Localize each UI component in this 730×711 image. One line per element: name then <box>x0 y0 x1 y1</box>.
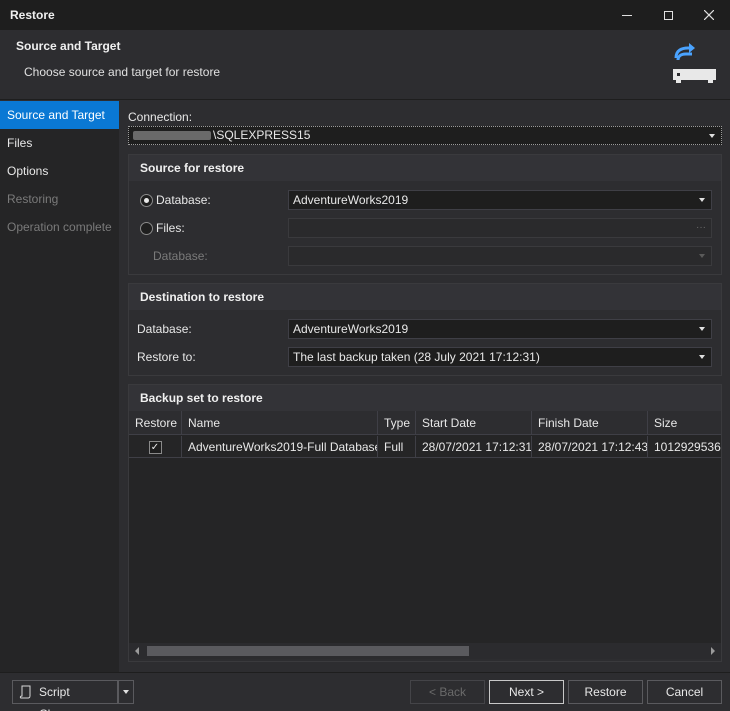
maximize-button[interactable] <box>645 0 691 30</box>
column-header-type[interactable]: Type <box>378 411 416 435</box>
column-header-start-date[interactable]: Start Date <box>416 411 532 435</box>
chevron-down-icon <box>699 327 705 331</box>
row-type: Full <box>378 436 416 458</box>
minimize-button[interactable] <box>604 0 650 30</box>
minimize-icon <box>622 14 632 16</box>
maximize-icon <box>663 10 673 20</box>
source-database-combo[interactable]: AdventureWorks2019 <box>288 190 712 210</box>
chevron-down-icon <box>699 254 705 258</box>
script-changes-button[interactable]: Script Changes <box>12 680 118 711</box>
title-bar: Restore <box>0 0 730 30</box>
destination-database-label: Database: <box>137 322 192 336</box>
window-title: Restore <box>10 8 55 22</box>
backup-grid: Restore Name Type Start Date Finish Date… <box>129 411 721 659</box>
restore-button[interactable]: Restore <box>568 680 643 704</box>
horizontal-scrollbar[interactable] <box>129 643 721 659</box>
restore-to-combo[interactable]: The last backup taken (28 July 2021 17:1… <box>288 347 712 367</box>
destination-database-value: AdventureWorks2019 <box>293 322 409 336</box>
source-sub-database-combo[interactable] <box>288 246 712 266</box>
column-header-size[interactable]: Size <box>648 411 721 435</box>
sidebar-item-files[interactable]: Files <box>0 129 119 157</box>
column-header-name[interactable]: Name <box>182 411 378 435</box>
restore-to-label: Restore to: <box>137 350 196 364</box>
script-icon <box>19 685 31 699</box>
chevron-down-icon <box>709 134 715 138</box>
connection-value: \SQLEXPRESS15 <box>213 128 311 142</box>
wizard-sidebar: Source and Target Files Options Restorin… <box>0 101 119 672</box>
backup-group: Backup set to restore Restore Name Type … <box>128 384 722 662</box>
connection-redacted <box>133 131 211 141</box>
destination-group-title: Destination to restore <box>129 284 721 310</box>
restore-to-value: The last backup taken (28 July 2021 17:1… <box>293 350 540 364</box>
page-subtitle: Choose source and target for restore <box>24 65 221 79</box>
cancel-button[interactable]: Cancel <box>647 680 722 704</box>
scroll-right-icon[interactable] <box>709 647 717 655</box>
browse-icon: ··· <box>696 222 706 233</box>
destination-database-combo[interactable]: AdventureWorks2019 <box>288 319 712 339</box>
row-name: AdventureWorks2019-Full Database... <box>182 436 378 458</box>
column-header-restore[interactable]: Restore <box>129 411 182 435</box>
next-button[interactable]: Next > <box>489 680 564 704</box>
close-icon <box>704 10 714 20</box>
sidebar-item-options[interactable]: Options <box>0 157 119 185</box>
close-button[interactable] <box>686 0 730 30</box>
source-database-label: Database: <box>156 193 211 207</box>
scroll-left-icon[interactable] <box>133 647 141 655</box>
row-size: 1012929536 <box>654 440 721 454</box>
restore-server-icon <box>673 43 716 83</box>
table-row[interactable]: ✓ AdventureWorks2019-Full Database... Fu… <box>129 436 721 458</box>
script-changes-label: Script Changes <box>39 685 87 711</box>
main-panel: Connection: \SQLEXPRESS15 Source for res… <box>120 101 730 672</box>
chevron-down-icon <box>123 690 129 694</box>
wizard-footer: Script Changes < Back Next > Restore Can… <box>0 672 730 711</box>
row-finish-date: 28/07/2021 17:12:43 <box>532 436 648 458</box>
source-files-label: Files: <box>156 221 185 235</box>
column-header-finish-date[interactable]: Finish Date <box>532 411 648 435</box>
connection-combo[interactable]: \SQLEXPRESS15 <box>128 126 722 145</box>
sidebar-item-restoring: Restoring <box>7 192 59 206</box>
sidebar-item-source-and-target[interactable]: Source and Target <box>0 101 119 129</box>
wizard-header: Source and Target Choose source and targ… <box>0 30 730 100</box>
destination-group: Destination to restore Database: Adventu… <box>128 283 722 376</box>
files-radio[interactable] <box>140 222 153 235</box>
back-button[interactable]: < Back <box>410 680 485 704</box>
script-changes-dropdown[interactable] <box>118 680 134 704</box>
scrollbar-thumb[interactable] <box>147 646 469 656</box>
chevron-down-icon <box>699 355 705 359</box>
chevron-down-icon <box>699 198 705 202</box>
database-radio[interactable] <box>140 194 153 207</box>
source-group-title: Source for restore <box>129 155 721 181</box>
source-database-value: AdventureWorks2019 <box>293 193 409 207</box>
source-sub-database-label: Database: <box>153 249 208 263</box>
source-files-field[interactable]: ··· <box>288 218 712 238</box>
sidebar-item-operation-complete: Operation complete <box>7 220 112 234</box>
row-start-date: 28/07/2021 17:12:31 <box>416 436 532 458</box>
source-group: Source for restore Database: AdventureWo… <box>128 154 722 275</box>
restore-checkbox[interactable]: ✓ <box>129 436 182 458</box>
backup-group-title: Backup set to restore <box>129 385 721 411</box>
grid-header: Restore Name Type Start Date Finish Date… <box>129 411 721 435</box>
connection-label: Connection: <box>128 110 193 124</box>
check-icon: ✓ <box>148 441 162 455</box>
page-title: Source and Target <box>16 39 121 53</box>
